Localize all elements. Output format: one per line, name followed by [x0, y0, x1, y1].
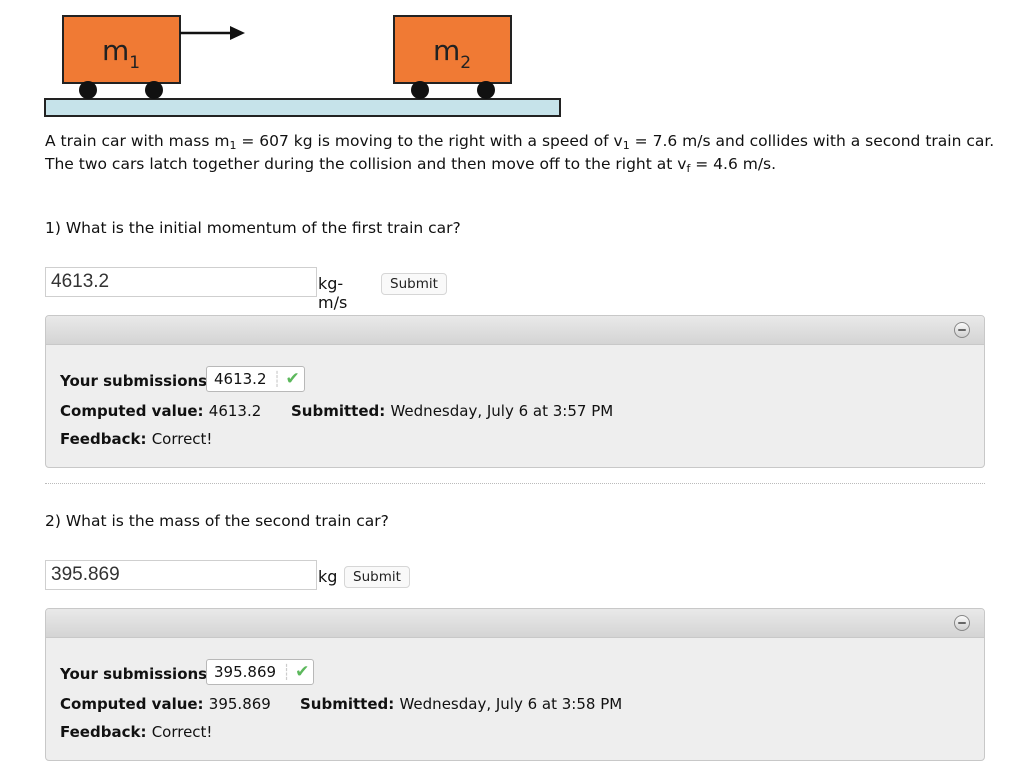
computed-value: 395.869: [208, 695, 271, 713]
submitted-row: Submitted: Wednesday, July 6 at 3:58 PM: [300, 695, 623, 713]
submission-panel-2: Your submissions: 395.869 ┊ ✔ Computed val…: [45, 608, 985, 761]
collapse-icon[interactable]: [954, 615, 970, 631]
unit-label-1: kg-m/s: [318, 274, 348, 312]
your-submissions-label: Your submissions:: [60, 372, 214, 390]
computed-value-row: Computed value: 395.869: [60, 695, 271, 713]
checkmark-icon: ✔: [295, 662, 310, 682]
submitted-timestamp: Wednesday, July 6 at 3:57 PM: [390, 402, 614, 420]
submission-value: 4613.2: [214, 370, 267, 388]
wheel: [145, 81, 163, 99]
feedback-value: Correct!: [151, 430, 213, 448]
submit-button-2[interactable]: Submit: [344, 566, 410, 588]
computed-value: 4613.2: [208, 402, 262, 420]
panel-header: [46, 316, 984, 345]
wheel: [477, 81, 495, 99]
question-2-text: 2) What is the mass of the second train …: [45, 512, 389, 530]
wheel: [79, 81, 97, 99]
checkmark-icon: ✔: [285, 369, 300, 389]
submit-button-1[interactable]: Submit: [381, 273, 447, 295]
submission-panel-1: Your submissions: 4613.2 ┊ ✔ Computed valu…: [45, 315, 985, 468]
feedback-row: Feedback: Correct!: [60, 723, 213, 741]
wheel: [411, 81, 429, 99]
submitted-row: Submitted: Wednesday, July 6 at 3:57 PM: [291, 402, 614, 420]
collapse-icon[interactable]: [954, 322, 970, 338]
feedback-value: Correct!: [151, 723, 213, 741]
feedback-row: Feedback: Correct!: [60, 430, 213, 448]
computed-value-row: Computed value: 4613.2: [60, 402, 262, 420]
track: [44, 98, 561, 117]
submission-value-box: 395.869 ┊ ✔: [206, 659, 315, 685]
answer-input-2[interactable]: [45, 560, 317, 590]
problem-statement: A train car with mass m1 = 607 kg is mov…: [45, 132, 995, 175]
divider: [45, 483, 985, 484]
train-diagram: m1 m2: [44, 15, 561, 117]
submission-value: 395.869: [214, 663, 277, 681]
question-1-text: 1) What is the initial momentum of the f…: [45, 219, 461, 237]
unit-label-2: kg: [318, 567, 338, 586]
answer-input-1[interactable]: [45, 267, 317, 297]
your-submissions-label: Your submissions:: [60, 665, 214, 683]
submitted-timestamp: Wednesday, July 6 at 3:58 PM: [399, 695, 623, 713]
submission-value-box: 4613.2 ┊ ✔: [206, 366, 305, 392]
panel-header: [46, 609, 984, 638]
right-arrow-icon: [180, 26, 245, 40]
